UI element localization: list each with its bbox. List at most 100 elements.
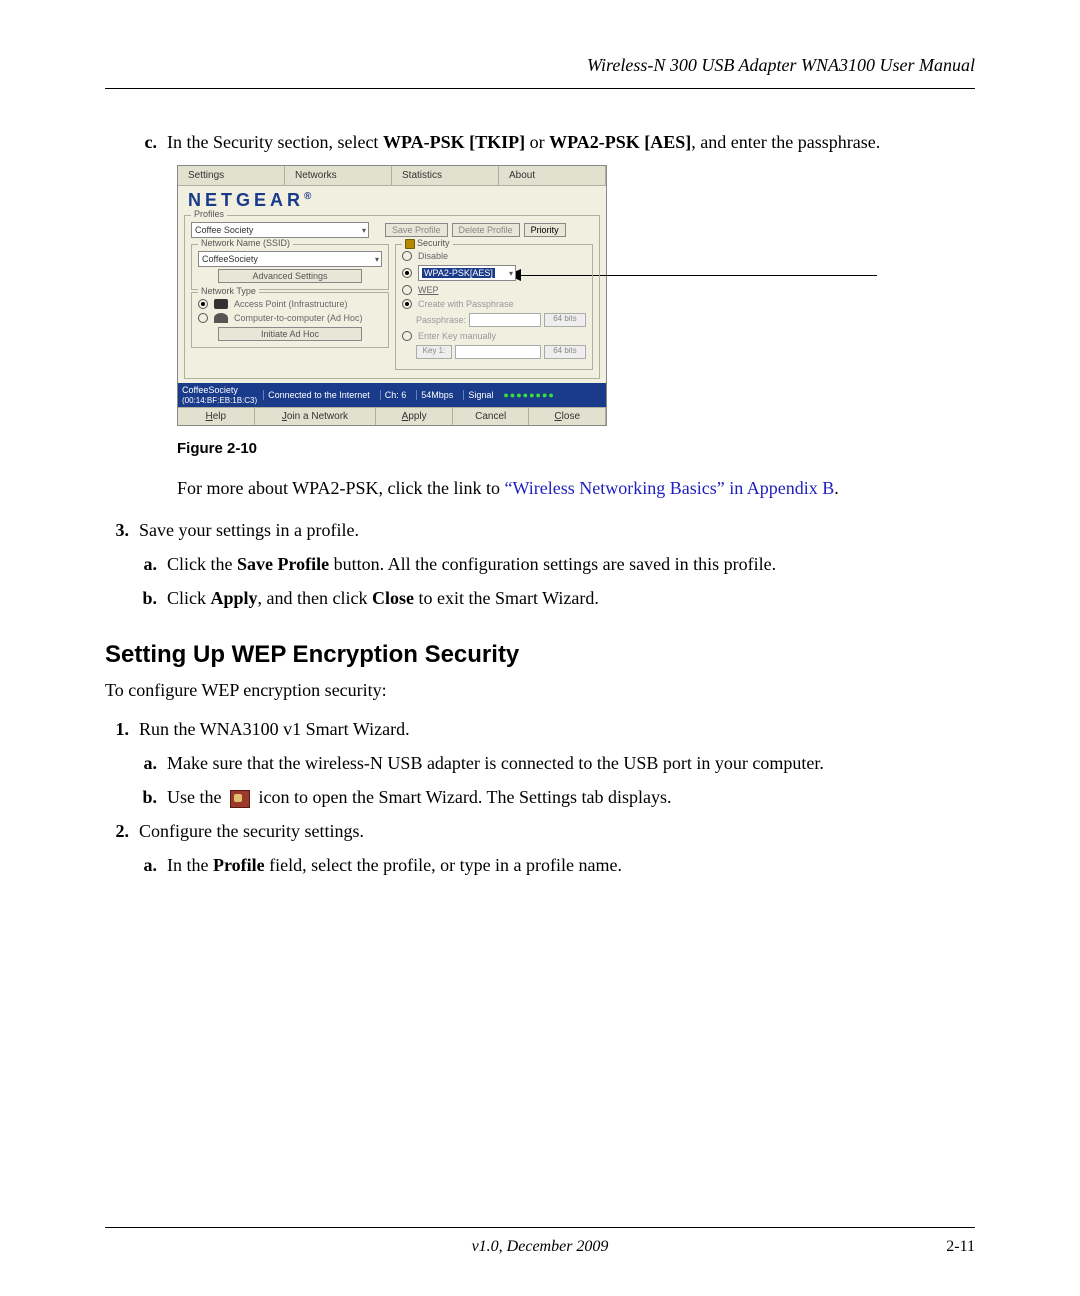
save-profile-term: Save Profile [237,554,329,574]
tab-bar: Settings Networks Statistics About [178,166,606,186]
close-term: Close [372,588,414,608]
status-rate: 54Mbps [416,390,457,400]
radio-disable[interactable]: Disable [402,251,586,261]
radio-icon [402,285,412,295]
radio-icon [198,313,208,323]
appendix-b-link[interactable]: “Wireless Networking Basics” in Appendix… [505,478,835,498]
wep-step-2a: a. In the Profile field, select the prof… [129,852,975,878]
security-group: Security Disable WPA2-PSK[AES] WEP Creat… [395,244,593,370]
status-channel: Ch: 6 [380,390,411,400]
marker-w2a: a. [129,852,167,878]
radio-icon [402,251,412,261]
radio-wep[interactable]: WEP [402,285,586,295]
initiate-adhoc-button[interactable]: Initiate Ad Hoc [218,327,362,341]
status-connection: Connected to the Internet [263,390,374,400]
footer: v1.0, December 2009 2-11 [105,1227,975,1256]
marker-w1a: a. [129,750,167,776]
footer-version: v1.0, December 2009 [165,1238,915,1256]
smart-wizard-screenshot: Settings Networks Statistics About NETGE… [177,165,607,426]
profile-dropdown[interactable]: Coffee Society [191,222,369,238]
key-number-select[interactable]: Key 1: [416,345,452,359]
footer-page: 2-11 [915,1238,975,1256]
profile-term: Profile [213,855,265,875]
bottom-button-bar: Help Join a Network Apply Cancel Close [178,407,606,425]
advanced-settings-button[interactable]: Advanced Settings [218,269,362,283]
help-button[interactable]: Help [178,408,255,425]
join-network-button[interactable]: Join a Network [255,408,377,425]
wep-step-2-text: Configure the security settings. [139,818,975,844]
step-3b: b. Click Apply, and then click Close to … [129,585,975,611]
tab-networks[interactable]: Networks [285,166,392,185]
save-profile-button[interactable]: Save Profile [385,223,448,237]
radio-create-passphrase[interactable]: Create with Passphrase [402,299,586,309]
wep-step-2a-body: In the Profile field, select the profile… [167,852,975,878]
profiles-group: Profiles Coffee Society Save Profile Del… [184,215,600,379]
more-info-pre: For more about WPA2-PSK, click the link … [177,478,505,498]
radio-icon [198,299,208,309]
app-window: Settings Networks Statistics About NETGE… [177,165,607,426]
passphrase-input[interactable] [469,313,541,327]
step-3b-body: Click Apply, and then click Close to exi… [167,585,975,611]
radio-icon [402,331,412,341]
netgear-logo: NETGEAR® [178,186,606,213]
tray-app-icon [230,790,250,808]
computer-icon [214,313,228,323]
tab-about[interactable]: About [499,166,606,185]
apply-button[interactable]: Apply [376,408,453,425]
radio-wpa2[interactable]: WPA2-PSK[AES] [402,265,586,281]
network-type-group: Network Type Access Point (Infrastructur… [191,292,389,348]
radio-adhoc[interactable]: Computer-to-computer (Ad Hoc) [198,313,382,323]
wpa2-psk-aes: WPA2-PSK [AES] [549,132,691,152]
wep-step-1-text: Run the WNA3100 v1 Smart Wizard. [139,716,975,742]
security-mode-dropdown[interactable]: WPA2-PSK[AES] [418,265,516,281]
tab-statistics[interactable]: Statistics [392,166,499,185]
content: c. In the Security section, select WPA-P… [105,129,975,878]
radio-icon [402,299,412,309]
security-label: Security [402,238,453,249]
page: Wireless-N 300 USB Adapter WNA3100 User … [0,0,1080,1296]
header-title: Wireless-N 300 USB Adapter WNA3100 User … [105,55,975,76]
marker-w1b: b. [129,784,167,810]
wep-step-1b: b. Use the icon to open the Smart Wizard… [129,784,975,810]
radio-icon [402,268,412,278]
close-button[interactable]: Close [529,408,606,425]
radio-access-point[interactable]: Access Point (Infrastructure) [198,299,382,309]
marker-3: 3. [105,517,139,543]
antenna-icon [214,299,228,309]
marker-c: c. [129,129,167,155]
wep-step-1b-body: Use the icon to open the Smart Wizard. T… [167,784,975,810]
priority-button[interactable]: Priority [524,223,566,237]
wpa-psk-tkip: WPA-PSK [TKIP] [383,132,525,152]
ssid-dropdown[interactable]: CoffeeSociety [198,251,382,267]
cancel-button[interactable]: Cancel [453,408,530,425]
wep-step-1a: a. Make sure that the wireless-N USB ada… [129,750,975,776]
wpa2-more-info: For more about WPA2-PSK, click the link … [177,475,975,501]
step-3a-body: Click the Save Profile button. All the c… [167,551,975,577]
status-bar: CoffeeSociety (00:14:BF:EB:1B:C3) Connec… [178,383,606,407]
radio-enter-key[interactable]: Enter Key manually [402,331,586,341]
passphrase-bits-select[interactable]: 64 bits [544,313,586,327]
tab-settings[interactable]: Settings [178,166,285,185]
section-heading-wep: Setting Up WEP Encryption Security [105,641,975,669]
wep-step-1: 1. Run the WNA3100 v1 Smart Wizard. [105,716,975,742]
lock-icon [405,239,415,249]
status-signal-label: Signal [463,390,497,400]
status-network-name: CoffeeSociety (00:14:BF:EB:1B:C3) [182,385,257,405]
step-3: 3. Save your settings in a profile. [105,517,975,543]
step-c-post: , and enter the passphrase. [691,132,880,152]
step-c-mid: or [525,132,549,152]
key-bits-select[interactable]: 64 bits [544,345,586,359]
wep-intro: To configure WEP encryption security: [105,677,975,703]
marker-3a: a. [129,551,167,577]
step-c-pre: In the Security section, select [167,132,383,152]
profiles-label: Profiles [191,209,227,219]
network-type-label: Network Type [198,286,259,296]
ssid-label: Network Name (SSID) [198,238,293,248]
marker-w2: 2. [105,818,139,844]
key-input[interactable] [455,345,541,359]
delete-profile-button[interactable]: Delete Profile [452,223,520,237]
footer-rule [105,1227,975,1228]
marker-3b: b. [129,585,167,611]
step-3a: a. Click the Save Profile button. All th… [129,551,975,577]
marker-w1: 1. [105,716,139,742]
